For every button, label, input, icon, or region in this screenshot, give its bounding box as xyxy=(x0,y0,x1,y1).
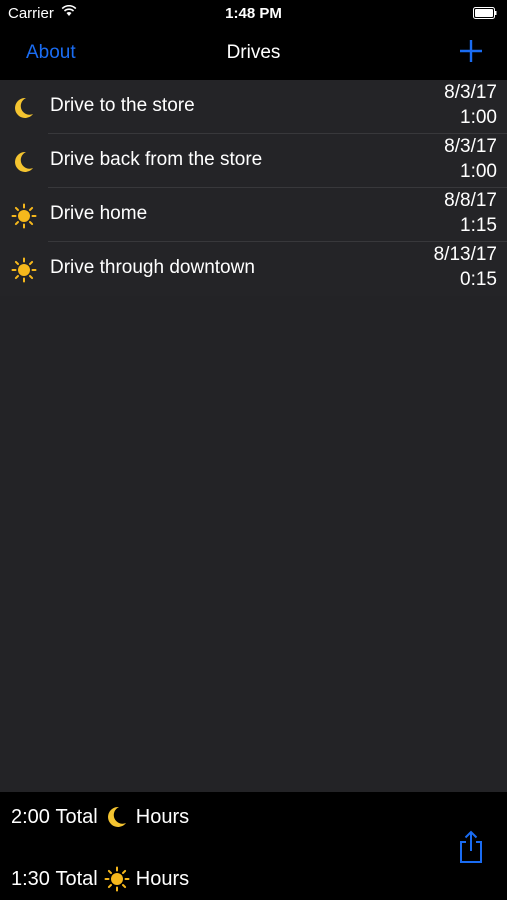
drive-title: Drive back from the store xyxy=(50,149,263,170)
drive-title: Drive home xyxy=(50,203,148,224)
day-total-label: Total xyxy=(55,867,98,890)
drives-list: Drive to the store 8/3/17 1:00 Drive bac… xyxy=(0,80,507,296)
add-icon[interactable] xyxy=(458,38,484,64)
night-total-value: 2:00 xyxy=(11,805,50,828)
drive-duration: 1:00 xyxy=(460,107,497,128)
drive-date: 8/3/17 xyxy=(444,136,497,157)
clock: 1:48 PM xyxy=(225,5,282,22)
share-icon[interactable] xyxy=(457,830,485,864)
status-bar: Carrier 1:48 PM xyxy=(0,0,507,28)
drive-date: 8/3/17 xyxy=(444,82,497,103)
battery-icon xyxy=(473,7,497,19)
list-item[interactable]: Drive back from the store 8/3/17 1:00 xyxy=(0,134,507,188)
moon-icon xyxy=(15,97,33,118)
drive-title: Drive to the store xyxy=(50,95,195,116)
day-hours-label: Hours xyxy=(135,867,190,890)
drive-date: 8/13/17 xyxy=(433,244,497,265)
day-total: 1:30 Total Hours xyxy=(11,866,189,892)
page-title: Drives xyxy=(226,42,281,63)
navigation-bar: About Drives xyxy=(0,28,507,80)
moon-icon xyxy=(107,806,126,827)
totals-toolbar: 2:00 Total Hours 1:30 Total Hours xyxy=(0,792,507,900)
night-total: 2:00 Total Hours xyxy=(11,804,189,830)
drive-duration: 1:15 xyxy=(460,215,497,236)
list-item[interactable]: Drive to the store 8/3/17 1:00 xyxy=(0,80,507,134)
night-total-label: Total xyxy=(55,805,98,828)
drive-date: 8/8/17 xyxy=(444,190,497,211)
drive-title: Drive through downtown xyxy=(50,257,255,278)
sun-icon xyxy=(104,866,130,892)
sun-icon xyxy=(11,203,37,229)
night-hours-label: Hours xyxy=(135,805,190,828)
sun-icon xyxy=(11,257,37,283)
moon-icon xyxy=(15,151,33,172)
list-item[interactable]: Drive home 8/8/17 1:15 xyxy=(0,188,507,242)
day-total-value: 1:30 xyxy=(11,867,50,890)
drive-duration: 0:15 xyxy=(460,269,497,290)
drive-duration: 1:00 xyxy=(460,161,497,182)
list-item[interactable]: Drive through downtown 8/13/17 0:15 xyxy=(0,242,507,296)
